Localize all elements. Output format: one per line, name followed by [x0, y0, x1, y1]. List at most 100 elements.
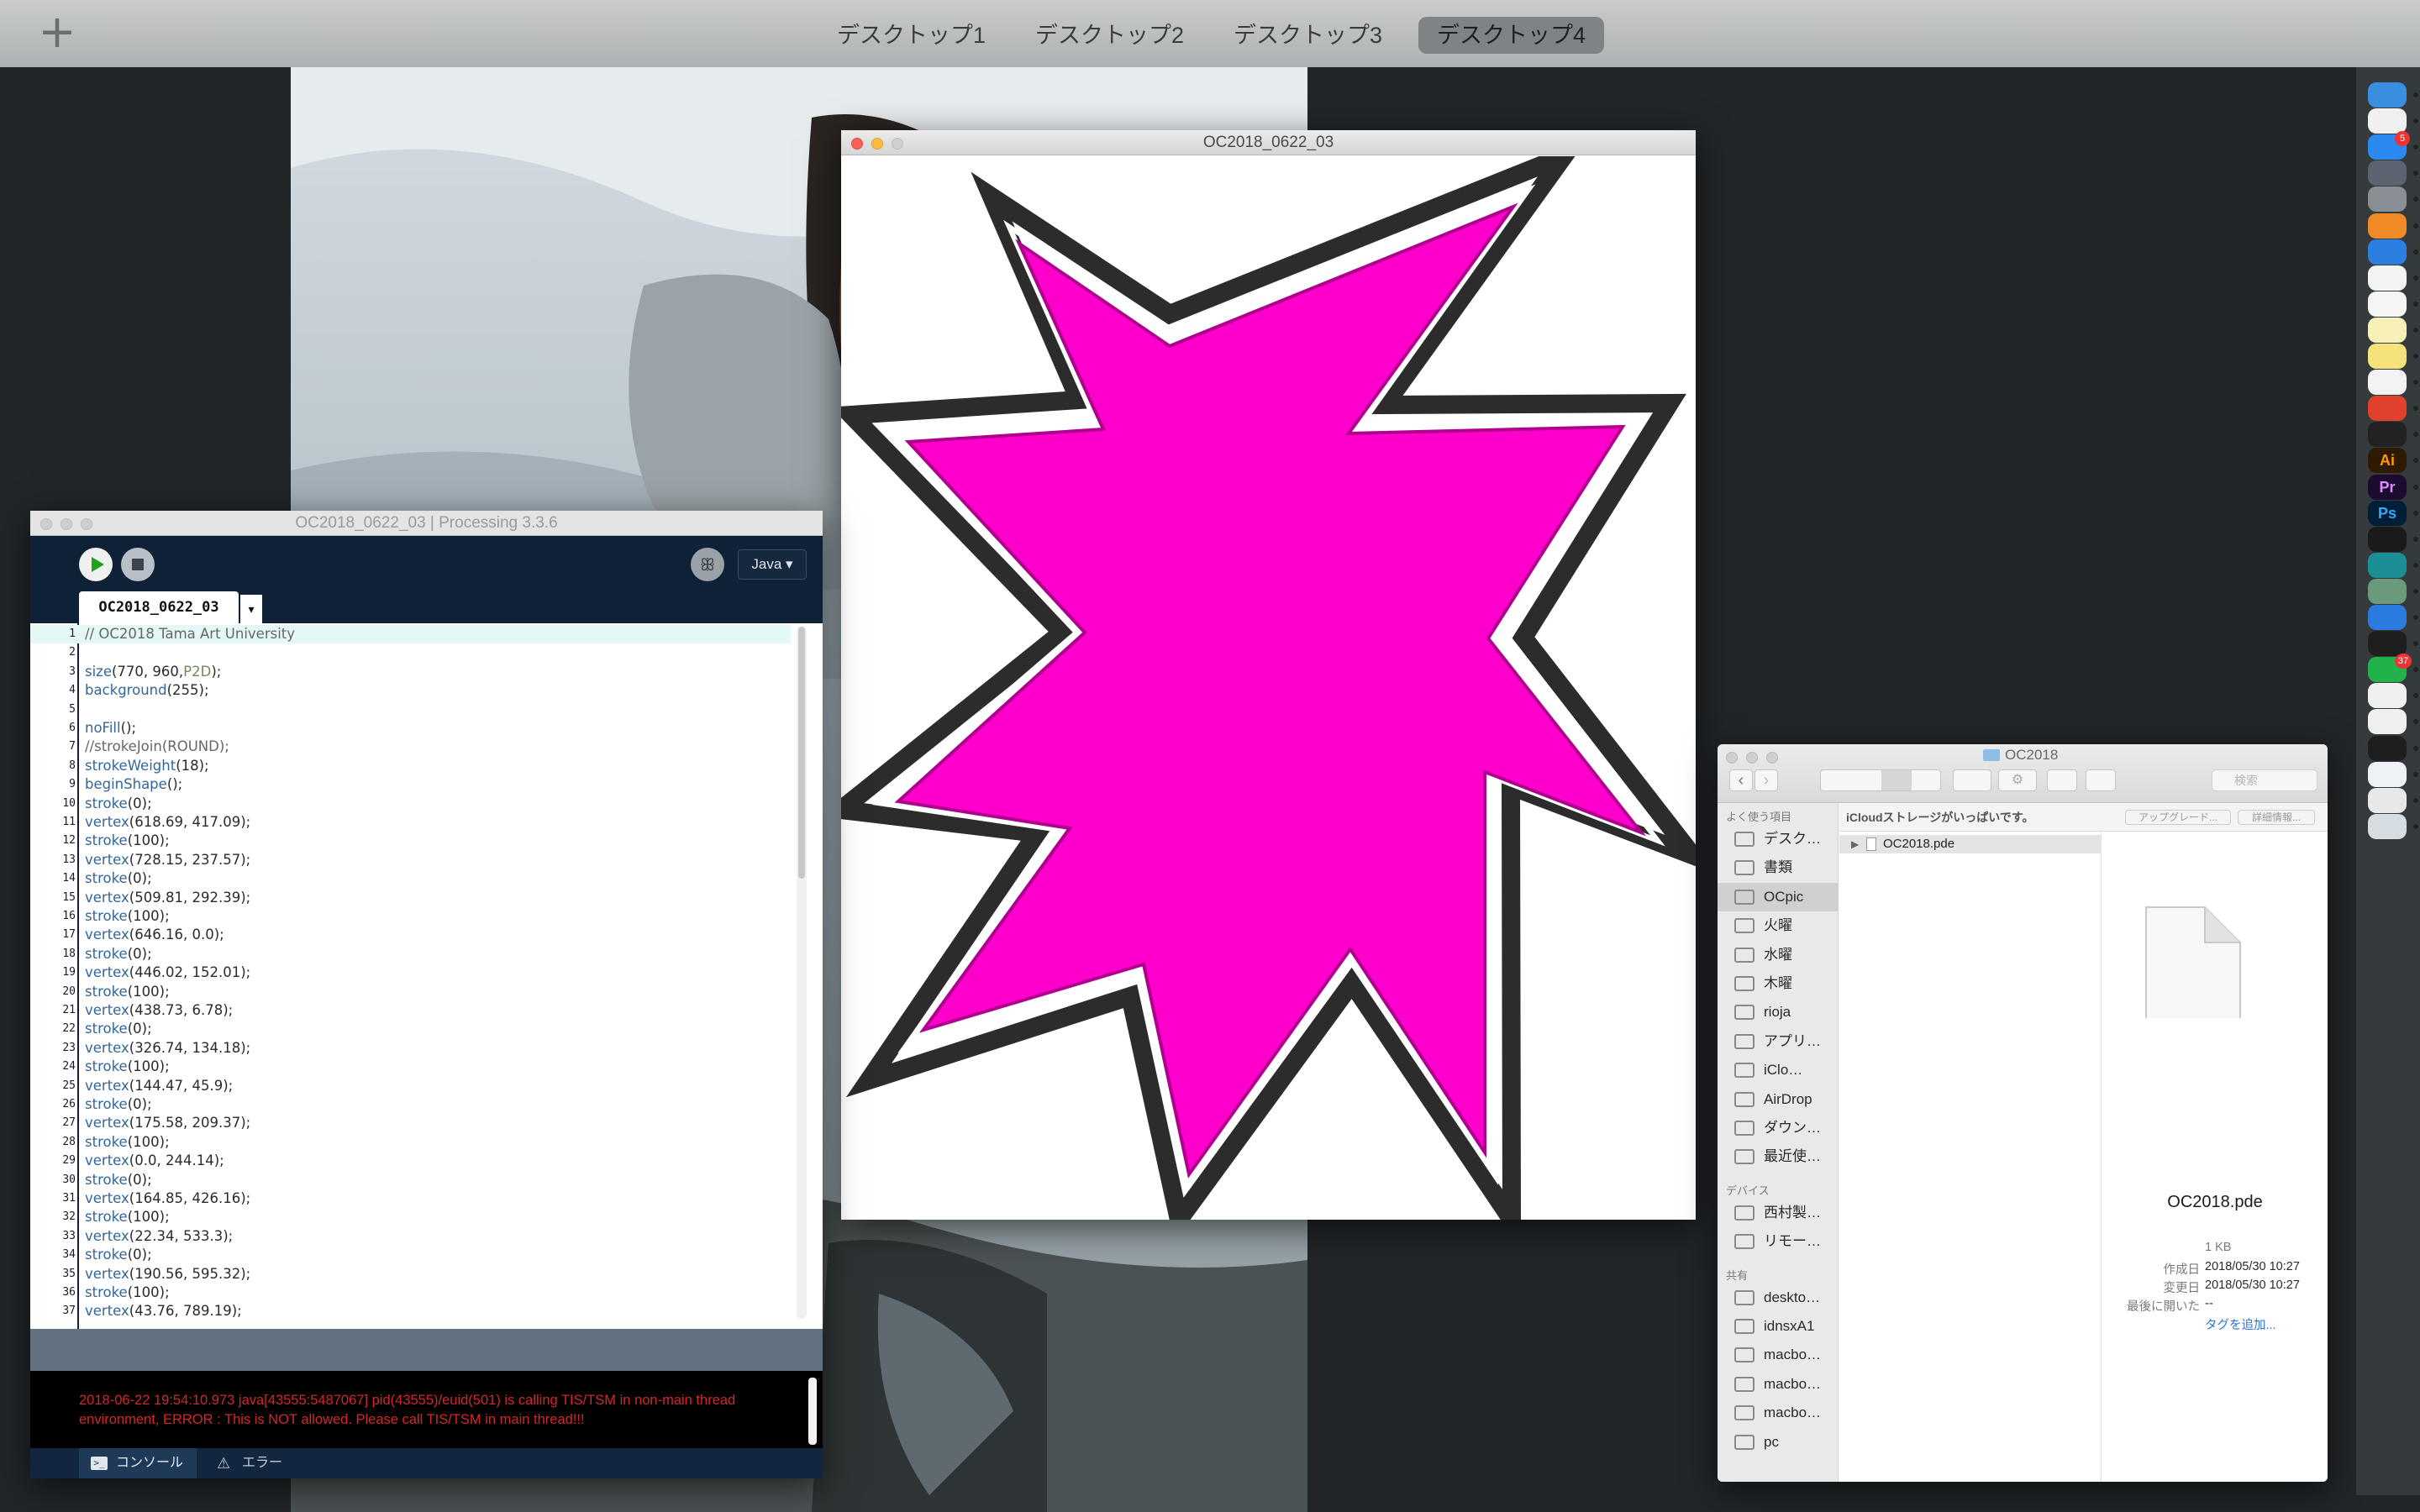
line-number: 9: [69, 778, 76, 791]
atom-dock-icon[interactable]: [2368, 578, 2407, 604]
ps-dock-icon[interactable]: Ps: [2368, 500, 2407, 526]
search-input[interactable]: 検索: [2212, 769, 2317, 791]
sidebar-favorite-item[interactable]: ダウン…: [1718, 1114, 1839, 1142]
desktop-2[interactable]: デスクトップ2: [1017, 17, 1202, 54]
system-preferences-dock-icon[interactable]: [2368, 186, 2407, 213]
mode-selector[interactable]: Java ▾: [738, 549, 807, 580]
running-indicator: [2413, 301, 2418, 307]
stop-button[interactable]: [121, 548, 155, 581]
add-desktop-button[interactable]: +: [34, 7, 81, 57]
forward-button[interactable]: ›: [1754, 769, 1778, 791]
sidebar-shared-item[interactable]: macbo…: [1718, 1370, 1839, 1399]
action-gear-icon[interactable]: ⚙: [1998, 769, 2037, 791]
sidebar-shared-item[interactable]: deskto…: [1718, 1284, 1839, 1312]
add-tags-link[interactable]: タグを追加...: [2205, 1315, 2276, 1333]
photos-dock-icon[interactable]: [2368, 291, 2407, 317]
code-text: stroke(0);: [85, 1171, 152, 1188]
numbers-dock-icon[interactable]: [2368, 709, 2407, 735]
sidebar-shared-item[interactable]: macbo…: [1718, 1341, 1839, 1369]
notes-dock-icon[interactable]: [2368, 317, 2407, 343]
desktop-4[interactable]: デスクトップ4: [1418, 17, 1605, 54]
preview-dock-icon[interactable]: [2368, 761, 2407, 787]
running-indicator: [2413, 380, 2418, 386]
desktop-3[interactable]: デスクトップ3: [1215, 17, 1401, 54]
code-line: 15 vertex(509.81, 292.39);: [30, 889, 791, 907]
launchpad-dock-icon[interactable]: [2368, 160, 2407, 186]
sidebar-shared-item[interactable]: macbo…: [1718, 1399, 1839, 1427]
file-row[interactable]: ▶ OC2018.pde: [1839, 835, 2102, 853]
git-dock-icon[interactable]: [2368, 396, 2407, 422]
running-indicator: [2413, 771, 2418, 777]
sketch-canvas: [841, 156, 1696, 1220]
terminal-dock-icon[interactable]: [2368, 631, 2407, 657]
line-number: 8: [69, 759, 76, 772]
close-button[interactable]: [1726, 752, 1738, 764]
chrome-dock-icon[interactable]: [2368, 265, 2407, 291]
finder-dock-icon[interactable]: [2368, 82, 2407, 108]
tab-menu-button[interactable]: ▾: [240, 595, 262, 623]
line-number: 10: [62, 796, 76, 810]
trash-dock-icon[interactable]: [2368, 813, 2407, 839]
arrange-button[interactable]: [1953, 769, 1991, 791]
xcode-dock-icon[interactable]: [2368, 605, 2407, 630]
sidebar-favorite-item[interactable]: iClo…: [1718, 1056, 1839, 1084]
stickies-dock-icon[interactable]: [2368, 344, 2407, 369]
sidebar-favorite-item[interactable]: アプリ…: [1718, 1027, 1839, 1056]
ai-dock-icon[interactable]: Ai: [2368, 448, 2407, 474]
quicktime-dock-icon[interactable]: [2368, 735, 2407, 761]
arduino-dock-icon[interactable]: [2368, 552, 2407, 578]
itunes-dock-icon[interactable]: [2368, 108, 2407, 134]
script-editor-dock-icon[interactable]: [2368, 683, 2407, 709]
sidebar-favorite-item[interactable]: 火曜: [1718, 911, 1839, 940]
disclosure-triangle-icon[interactable]: ▶: [1851, 835, 1859, 853]
code-text: stroke(0);: [85, 1021, 152, 1037]
console-scrollbar[interactable]: [808, 1378, 817, 1445]
processing-dock-icon[interactable]: [2368, 526, 2407, 552]
errors-tab-label: エラー: [242, 1456, 283, 1470]
tab-sketch[interactable]: OC2018_0622_03: [79, 591, 239, 623]
zoom-button[interactable]: [1766, 752, 1778, 764]
details-button[interactable]: 詳細情報...: [2238, 810, 2315, 825]
pr-dock-icon[interactable]: Pr: [2368, 474, 2407, 500]
browser-dock-icon[interactable]: [2368, 787, 2407, 813]
sidebar-device-item[interactable]: 西村製…: [1718, 1199, 1839, 1227]
code-text: stroke(100);: [85, 1133, 170, 1150]
code-editor[interactable]: 1// OC2018 Tama Art University 2 3 size(770…: [30, 623, 823, 1329]
sidebar-favorite-item[interactable]: OCpic: [1718, 882, 1839, 911]
tab-errors[interactable]: ⚠ エラー: [207, 1448, 308, 1478]
sidebar-favorite-item[interactable]: AirDrop: [1718, 1085, 1839, 1114]
back-button[interactable]: ‹: [1729, 769, 1753, 791]
tab-console[interactable]: >_ コンソール: [79, 1448, 197, 1478]
sidebar-favorite-item[interactable]: 最近使…: [1718, 1142, 1839, 1171]
upgrade-button[interactable]: アップグレード...: [2125, 810, 2231, 825]
safari-dock-icon[interactable]: [2368, 239, 2407, 265]
column-view-icon[interactable]: [1881, 770, 1912, 790]
sidebar-item-label: AirDrop: [1764, 1090, 1812, 1107]
debugger-button[interactable]: ꕥ: [691, 548, 724, 581]
view-mode-selector[interactable]: [1820, 769, 1941, 791]
run-button[interactable]: [79, 548, 113, 581]
unity-dock-icon[interactable]: [2368, 422, 2407, 448]
sidebar-favorite-item[interactable]: デスク…: [1718, 825, 1839, 853]
sidebar-favorite-item[interactable]: rioja: [1718, 998, 1839, 1026]
scrollbar-thumb[interactable]: [798, 627, 805, 879]
ibooks-dock-icon[interactable]: [2368, 213, 2407, 239]
line-badge: 37: [2395, 654, 2412, 669]
sidebar-favorite-item[interactable]: 水曜: [1718, 941, 1839, 969]
sidebar-shared-item[interactable]: pc: [1718, 1428, 1839, 1457]
document-preview-icon: [2145, 906, 2241, 1018]
share-button[interactable]: [2047, 769, 2077, 791]
sidebar-device-item[interactable]: リモー…: [1718, 1227, 1839, 1256]
sidebar-shared-item[interactable]: idnsxA1: [1718, 1312, 1839, 1341]
line-number: 24: [62, 1060, 76, 1074]
code-line: 1 // OC2018 Tama Art University: [30, 625, 791, 643]
code-text: vertex(0.0, 244.14);: [85, 1152, 224, 1169]
folder-icon: [1734, 1234, 1754, 1250]
minimize-button[interactable]: [1746, 752, 1758, 764]
editor-scrollbar[interactable]: [797, 627, 807, 1319]
desktop-1[interactable]: デスクトップ1: [818, 17, 1004, 54]
sidebar-favorite-item[interactable]: 書類: [1718, 853, 1839, 882]
tag-button[interactable]: [2086, 769, 2116, 791]
sidebar-favorite-item[interactable]: 木曜: [1718, 969, 1839, 998]
textedit-dock-icon[interactable]: [2368, 370, 2407, 396]
